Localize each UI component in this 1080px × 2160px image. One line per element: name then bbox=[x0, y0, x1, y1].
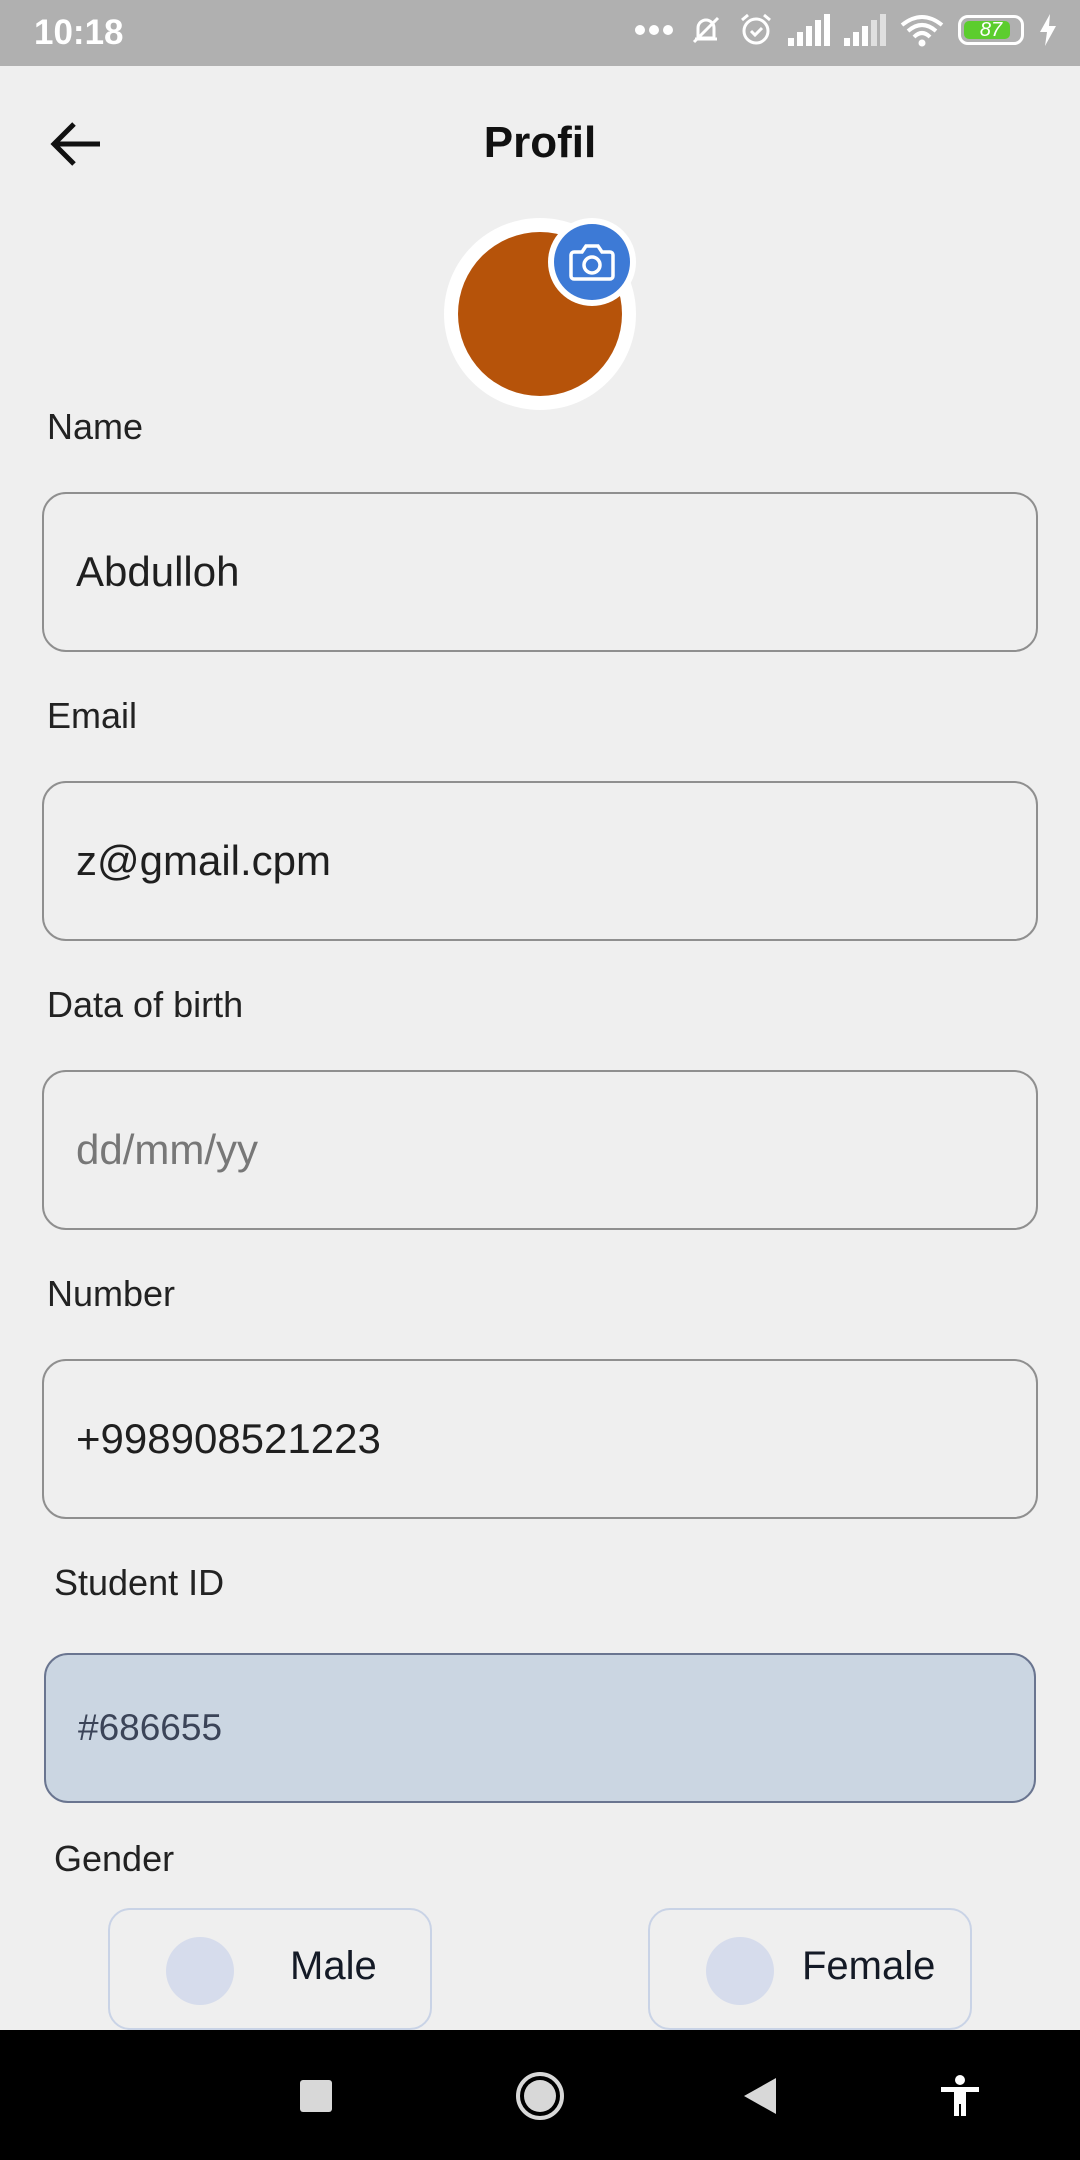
more-dots-icon bbox=[635, 25, 673, 35]
back-nav-button[interactable] bbox=[728, 2064, 792, 2128]
number-field[interactable]: +998908521223 bbox=[42, 1359, 1038, 1519]
alarm-icon bbox=[741, 13, 771, 45]
dob-label: Data of birth bbox=[47, 984, 244, 1025]
recents-square-icon bbox=[300, 2080, 332, 2112]
student-id-label: Student ID bbox=[54, 1562, 225, 1603]
signal-icon bbox=[788, 14, 830, 46]
name-value: Abdulloh bbox=[76, 548, 240, 595]
page-title: Profil bbox=[483, 118, 597, 167]
bell-off-icon bbox=[692, 16, 720, 44]
dob-field[interactable]: dd/mm/yy bbox=[42, 1070, 1038, 1230]
signal-icon bbox=[844, 14, 886, 46]
back-triangle-icon bbox=[744, 2078, 776, 2114]
email-value: z@gmail.cpm bbox=[76, 837, 332, 884]
battery-text: 87 bbox=[979, 19, 1003, 41]
charging-icon bbox=[1040, 14, 1056, 46]
gender-option-male[interactable]: Male bbox=[108, 1908, 432, 2030]
radio-button-female[interactable] bbox=[706, 1937, 774, 2005]
student-id-field: #686655 bbox=[44, 1653, 1036, 1803]
accessibility-button[interactable] bbox=[928, 2064, 992, 2128]
email-label: Email bbox=[47, 695, 138, 736]
dob-placeholder: dd/mm/yy bbox=[76, 1126, 259, 1173]
change-photo-button[interactable] bbox=[548, 218, 636, 306]
status-bar: 10:18 87 bbox=[0, 0, 1080, 66]
student-id-value: #686655 bbox=[78, 1707, 223, 1748]
number-value: +998908521223 bbox=[76, 1415, 381, 1462]
home-button[interactable] bbox=[508, 2064, 572, 2128]
status-time: 10:18 bbox=[34, 13, 124, 52]
system-nav-bar bbox=[0, 2030, 1080, 2160]
radio-button-male[interactable] bbox=[166, 1937, 234, 2005]
gender-option-female[interactable]: Female bbox=[648, 1908, 972, 2030]
app-bar: Profil bbox=[0, 66, 1080, 216]
camera-icon bbox=[569, 244, 615, 281]
gender-label-male: Male bbox=[290, 1944, 377, 1988]
status-icons: 87 bbox=[634, 12, 1058, 48]
gender-label-female: Female bbox=[802, 1944, 936, 1988]
home-circle-icon bbox=[516, 2072, 564, 2120]
name-label: Name bbox=[47, 406, 144, 447]
avatar-container bbox=[444, 218, 636, 410]
email-field[interactable]: z@gmail.cpm bbox=[42, 781, 1038, 941]
gender-label: Gender bbox=[54, 1838, 175, 1879]
recents-button[interactable] bbox=[284, 2064, 348, 2128]
number-label: Number bbox=[47, 1273, 176, 1314]
name-field[interactable]: Abdulloh bbox=[42, 492, 1038, 652]
camera-button-inner bbox=[554, 224, 630, 300]
wifi-icon bbox=[900, 15, 944, 47]
battery-icon: 87 bbox=[958, 15, 1024, 45]
accessibility-icon bbox=[941, 2075, 979, 2116]
